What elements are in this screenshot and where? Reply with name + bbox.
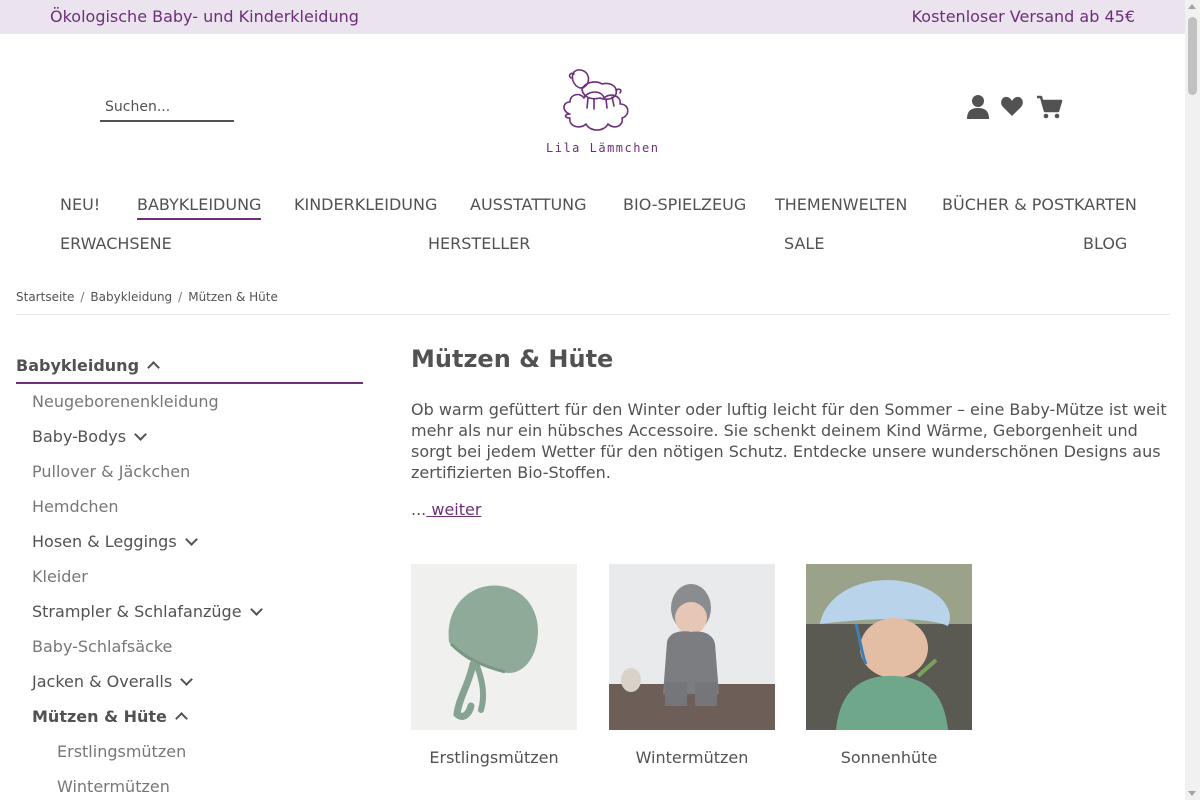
subcategory-tile-erstlingsmuetzen[interactable]: Erstlingsmützen (411, 564, 577, 767)
sidebar-item-pullover-jaeckchen[interactable]: Pullover & Jäckchen (16, 454, 363, 489)
breadcrumb-item-babykleidung[interactable]: Babykleidung (90, 290, 172, 304)
nav-item-bio-spielzeug[interactable]: BIO-SPIELZEUG (623, 195, 746, 214)
read-more: ... weiter (411, 500, 481, 519)
user-icon[interactable] (966, 94, 992, 120)
tile-image-sonnenhut[interactable] (806, 564, 972, 730)
sidebar-item-hemdchen[interactable]: Hemdchen (16, 489, 363, 524)
scroll-down-icon[interactable] (1188, 791, 1196, 796)
search-box[interactable] (100, 96, 235, 122)
sidebar-item-label: Hosen & Leggings (32, 532, 177, 551)
category-sidebar: Babykleidung Neugeborenenkleidung Baby-B… (16, 355, 363, 804)
sidebar-item-baby-bodys[interactable]: Baby-Bodys (16, 419, 363, 454)
tile-image-erstlingsmuetze[interactable] (411, 564, 577, 730)
tile-image-wintermuetze[interactable] (609, 564, 775, 730)
sidebar-subitem-wintermuetzen[interactable]: Wintermützen (16, 769, 363, 804)
chevron-down-icon[interactable] (184, 533, 198, 546)
chevron-down-icon[interactable] (180, 673, 194, 686)
breadcrumb-item-home[interactable]: Startseite (16, 290, 74, 304)
sidebar-item-label: Hemdchen (32, 497, 119, 516)
sidebar-item-label: Baby-Bodys (32, 427, 127, 446)
page-scrollbar[interactable] (1185, 0, 1200, 800)
sidebar-heading-label: Babykleidung (16, 356, 140, 375)
read-more-ellipsis: ... (411, 500, 427, 519)
nav-item-hersteller[interactable]: HERSTELLER (428, 234, 530, 253)
nav-item-sale[interactable]: SALE (784, 234, 824, 253)
sidebar-item-label: Wintermützen (57, 777, 170, 796)
topbar-shipping-info: Kostenloser Versand ab 45€ (911, 7, 1135, 26)
chevron-up-icon[interactable] (175, 712, 188, 725)
tile-label[interactable]: Wintermützen (609, 748, 775, 767)
top-info-bar: Ökologische Baby- und Kinderkleidung Kos… (0, 0, 1185, 34)
chevron-down-icon[interactable] (249, 603, 263, 616)
sidebar-item-muetzen-huete[interactable]: Mützen & Hüte (16, 699, 363, 734)
subcategory-tile-wintermuetzen[interactable]: Wintermützen (609, 564, 775, 767)
chevron-down-icon[interactable] (134, 428, 147, 441)
sidebar-heading[interactable]: Babykleidung (16, 355, 363, 384)
category-description: Ob warm gefüttert für den Winter oder lu… (411, 400, 1167, 482)
nav-item-blog[interactable]: BLOG (1083, 234, 1127, 253)
sidebar-list: Neugeborenenkleidung Baby-Bodys Pullover… (16, 384, 363, 804)
sidebar-item-label: Kleider (32, 567, 88, 586)
breadcrumb-separator: / (80, 290, 85, 304)
sidebar-item-baby-schlafsaecke[interactable]: Baby-Schlafsäcke (16, 629, 363, 664)
logo-wordmark: Lila Lämmchen (546, 141, 660, 155)
nav-item-ausstattung[interactable]: AUSSTATTUNG (470, 195, 587, 214)
chevron-up-icon[interactable] (147, 361, 160, 374)
main-nav-row-2: ERWACHSENE HERSTELLER SALE BLOG (60, 231, 1127, 270)
site-logo[interactable]: Lila Lämmchen (540, 62, 658, 157)
scrollbar-thumb[interactable] (1188, 17, 1197, 95)
tile-label[interactable]: Sonnenhüte (806, 748, 972, 767)
main-nav-row-1: NEU! BABYKLEIDUNG KINDERKLEIDUNG AUSSTAT… (60, 192, 1137, 231)
nav-item-neu[interactable]: NEU! (60, 195, 100, 214)
sidebar-subitem-erstlingsmuetzen[interactable]: Erstlingsmützen (16, 734, 363, 769)
nav-item-buecher-postkarten[interactable]: BÜCHER & POSTKARTEN (942, 195, 1137, 214)
subcategory-tile-sonnenhuete[interactable]: Sonnenhüte (806, 564, 972, 767)
breadcrumb-divider (16, 314, 1170, 315)
scroll-up-icon[interactable] (1188, 4, 1196, 9)
sidebar-item-label: Pullover & Jäckchen (32, 462, 191, 481)
category-content: Mützen & Hüte Ob warm gefüttert für den … (411, 345, 1171, 519)
topbar-tagline: Ökologische Baby- und Kinderkleidung (50, 7, 359, 26)
breadcrumb-separator: / (178, 290, 183, 304)
sidebar-item-jacken-overalls[interactable]: Jacken & Overalls (16, 664, 363, 699)
sidebar-item-label: Baby-Schlafsäcke (32, 637, 173, 656)
nav-item-themenwelten[interactable]: THEMENWELTEN (775, 195, 907, 214)
lamb-logo-icon (563, 69, 629, 131)
nav-item-erwachsene[interactable]: ERWACHSENE (60, 234, 172, 253)
main-navigation: NEU! BABYKLEIDUNG KINDERKLEIDUNG AUSSTAT… (60, 192, 1137, 270)
search-input[interactable] (100, 99, 235, 115)
read-more-link[interactable]: weiter (426, 500, 481, 519)
sidebar-item-kleider[interactable]: Kleider (16, 559, 363, 594)
sidebar-item-label: Neugeborenenkleidung (32, 392, 219, 411)
heart-icon[interactable] (1000, 94, 1026, 120)
sidebar-item-label: Mützen & Hüte (32, 707, 167, 726)
nav-item-kinderkleidung[interactable]: KINDERKLEIDUNG (294, 195, 437, 214)
page-title: Mützen & Hüte (411, 345, 614, 373)
sidebar-item-label: Erstlingsmützen (57, 742, 187, 761)
sidebar-item-neugeborenenkleidung[interactable]: Neugeborenenkleidung (16, 384, 363, 419)
cart-icon[interactable] (1036, 94, 1063, 120)
nav-item-babykleidung[interactable]: BABYKLEIDUNG (137, 195, 262, 220)
breadcrumb: Startseite / Babykleidung / Mützen & Hüte (16, 290, 278, 304)
sidebar-item-strampler[interactable]: Strampler & Schlafanzüge (16, 594, 363, 629)
breadcrumb-item-current[interactable]: Mützen & Hüte (188, 290, 278, 304)
tile-label[interactable]: Erstlingsmützen (411, 748, 577, 767)
sidebar-item-label: Strampler & Schlafanzüge (32, 602, 242, 621)
sidebar-item-hosen-leggings[interactable]: Hosen & Leggings (16, 524, 363, 559)
sidebar-item-label: Jacken & Overalls (32, 672, 173, 691)
